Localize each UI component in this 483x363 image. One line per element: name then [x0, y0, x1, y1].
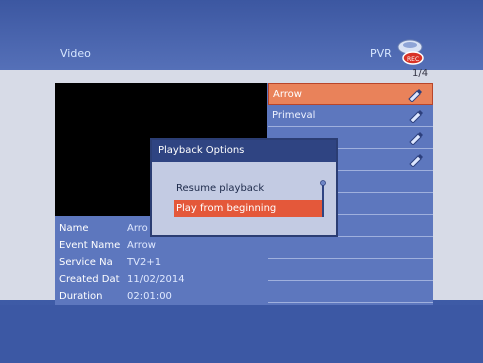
info-value: TV2+1 [127, 257, 162, 268]
list-item-label: Arrow [273, 89, 302, 100]
dialog-scrollbar[interactable] [320, 180, 326, 217]
pvr-record-icon: REC [397, 39, 424, 65]
top-bar: Video PVR REC [0, 0, 483, 70]
info-value: Arro [127, 223, 148, 234]
list-item[interactable] [268, 259, 433, 281]
info-label: Duration [59, 291, 103, 302]
play-from-beginning-option[interactable]: Play from beginning [174, 200, 322, 217]
dialog-title: Playback Options [152, 140, 336, 162]
list-item[interactable] [268, 237, 433, 259]
info-label: Created Dat [59, 274, 120, 285]
resume-playback-option[interactable]: Resume playback [174, 180, 322, 197]
list-item[interactable]: Arrow [268, 83, 433, 105]
tv-screen: Video PVR REC 1/4 Arrow Primeval Name Ar… [0, 0, 483, 363]
info-row-created: Created Dat 11/02/2014 [55, 271, 267, 288]
list-item[interactable]: Primeval [268, 105, 433, 127]
list-item-label: Primeval [272, 110, 316, 121]
info-label: Event Name [59, 240, 121, 251]
playback-options-dialog: Playback Options Resume playback Play fr… [150, 138, 338, 237]
svg-text:REC: REC [407, 56, 419, 63]
edit-pencil-icon[interactable] [407, 109, 423, 123]
info-row-service: Service Na TV2+1 [55, 254, 267, 271]
edit-pencil-icon[interactable] [407, 131, 423, 145]
info-row-duration: Duration 02:01:00 [55, 288, 267, 305]
page-counter: 1/4 [412, 68, 429, 79]
pvr-label: PVR [370, 47, 392, 60]
page-title: Video [60, 47, 91, 60]
edit-pencil-icon[interactable] [406, 88, 422, 102]
info-value: 11/02/2014 [127, 274, 185, 285]
edit-pencil-icon[interactable] [407, 153, 423, 167]
list-item[interactable] [268, 281, 433, 303]
info-row-event: Event Name Arrow [55, 237, 267, 254]
info-label: Service Na [59, 257, 113, 268]
info-value: 02:01:00 [127, 291, 172, 302]
bottom-bar [0, 305, 483, 363]
info-value: Arrow [127, 240, 156, 251]
info-label: Name [59, 223, 89, 234]
